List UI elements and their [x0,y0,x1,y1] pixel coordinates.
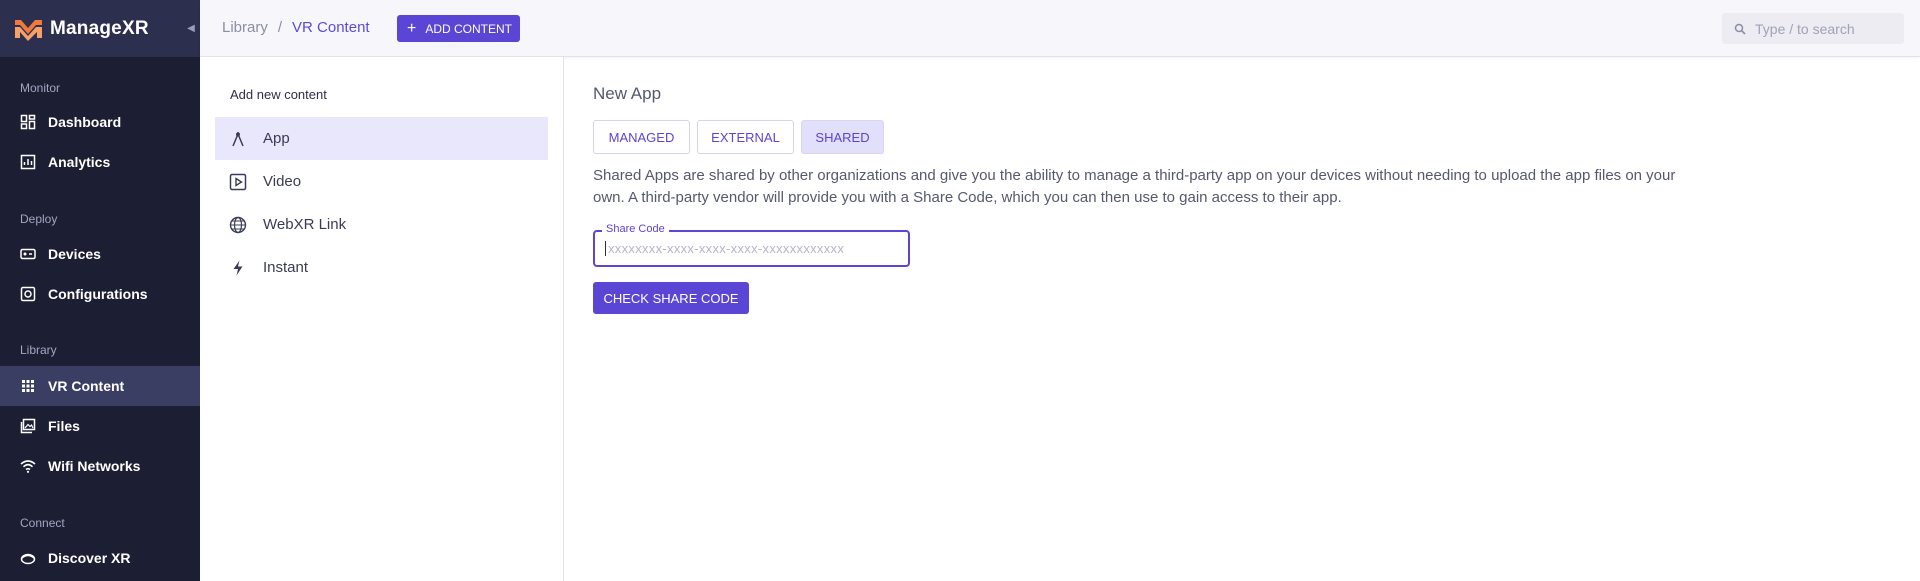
sidebar-item-files[interactable]: Files [0,406,200,446]
vr-headset-icon [20,248,36,260]
sidebar-item-label: Configurations [48,286,148,302]
share-code-label: Share Code [602,223,669,235]
dashboard-icon [20,114,36,130]
add-content-label: ADD CONTENT [425,21,513,36]
plus-icon: + [407,19,417,37]
tab-shared[interactable]: SHARED [801,120,884,154]
app-type-tabs: MANAGED EXTERNAL SHARED [593,120,891,154]
tab-external[interactable]: EXTERNAL [697,120,794,154]
content-type-title: Add new content [230,87,327,102]
play-icon [229,173,247,190]
brand-name: ManageXR [50,17,149,39]
content-type-label: WebXR Link [263,216,347,233]
collapse-sidebar-icon[interactable]: ◀ [186,21,196,35]
sidebar-item-label: Discover XR [48,550,131,566]
content-type-app[interactable]: App [215,117,548,160]
content-type-label: App [263,130,290,147]
app-compass-icon [232,131,244,146]
discover-xr-icon [20,553,36,565]
main-content: New App MANAGED EXTERNAL SHARED Shared A… [564,57,1920,581]
breadcrumb-library[interactable]: Library [222,19,268,36]
sidebar-item-label: Files [48,418,80,434]
content-type-label: Instant [263,259,309,276]
share-code-field[interactable]: Share Code xxxxxxxx-xxxx-xxxx-xxxx-xxxxx… [593,223,910,267]
sidebar-item-devices[interactable]: Devices [0,234,200,274]
content-type-panel: Add new content App Video WebXR Link Ins… [200,57,564,581]
images-icon [20,418,36,434]
sidebar-item-label: Wifi Networks [48,458,141,474]
wifi-icon [20,460,36,473]
content-type-label: Video [263,173,302,190]
sidebar-item-wifi-networks[interactable]: Wifi Networks [0,446,200,486]
sidebar-header: ManageXR ◀ [0,0,200,57]
globe-icon [229,216,247,233]
breadcrumb-separator: / [277,19,283,36]
grid-icon [22,380,34,392]
sidebar-item-label: VR Content [48,378,125,394]
tab-managed[interactable]: MANAGED [593,120,690,154]
shared-apps-description: Shared Apps are shared by other organiza… [593,167,1676,206]
topbar: Library / VR Content + ADD CONTENT Type … [200,0,1920,57]
breadcrumb-current: VR Content [292,19,370,36]
content-type-webxr-link[interactable]: WebXR Link [215,203,548,246]
sidebar-section-deploy: Deploy [20,212,58,226]
sidebar-section-library: Library [20,343,57,357]
check-share-code-button[interactable]: CHECK SHARE CODE [593,282,749,314]
share-code-input[interactable]: xxxxxxxx-xxxx-xxxx-xxxx-xxxxxxxxxxxx [605,241,844,256]
content-type-video[interactable]: Video [215,160,548,203]
sidebar-item-discover-xr[interactable]: Discover XR [0,538,200,578]
page-title: New App [593,84,662,103]
search-icon [1734,23,1746,35]
add-content-button[interactable]: + ADD CONTENT [397,15,520,42]
lightning-icon [233,260,243,275]
managexr-logo-icon [14,17,44,41]
sidebar-item-analytics[interactable]: Analytics [0,142,200,182]
sidebar-item-label: Analytics [48,154,111,170]
sidebar: ManageXR ◀ Monitor Dashboard Analytics D… [0,0,200,581]
configuration-icon [20,286,36,302]
sidebar-item-label: Dashboard [48,114,122,130]
sidebar-item-configurations[interactable]: Configurations [0,274,200,314]
analytics-icon [20,154,36,170]
content-type-instant[interactable]: Instant [215,246,548,289]
search-input[interactable]: Type / to search [1722,13,1904,44]
sidebar-item-label: Devices [48,246,101,262]
sidebar-item-vr-content[interactable]: VR Content [0,366,200,406]
search-placeholder: Type / to search [1755,20,1855,37]
sidebar-item-dashboard[interactable]: Dashboard [0,102,200,142]
sidebar-section-connect: Connect [20,516,65,530]
breadcrumb: Library / VR Content [222,19,370,36]
sidebar-section-monitor: Monitor [20,81,61,95]
